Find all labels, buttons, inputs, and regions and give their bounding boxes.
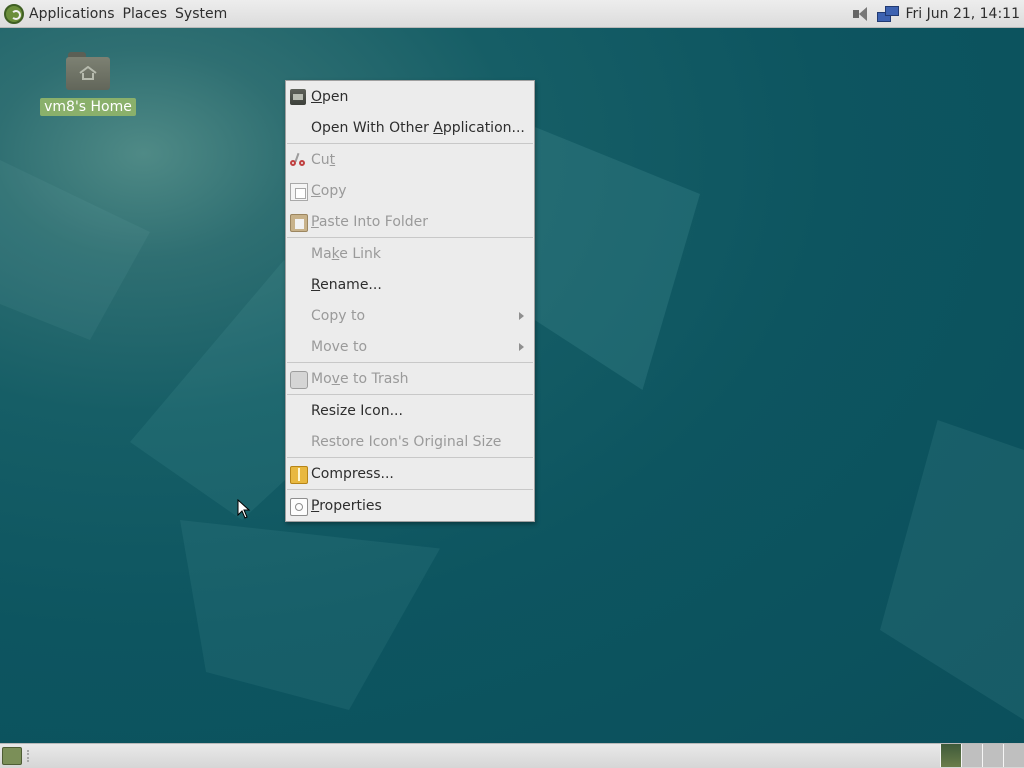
workspace-4[interactable] (1003, 744, 1024, 767)
distro-logo-icon (4, 3, 24, 24)
menu-item-label: Copy to (311, 307, 366, 324)
desktop-wallpaper-shape (880, 420, 1024, 720)
menu-item-move-to[interactable]: Move to (286, 331, 534, 362)
menu-item-label: Move to (311, 338, 368, 355)
menu-item-label: Resize Icon... (311, 402, 403, 419)
menu-item-properties[interactable]: Properties (286, 490, 534, 521)
clock[interactable]: Fri Jun 21, 14:11 (905, 6, 1020, 22)
menu-item-move-to-trash[interactable]: Move to Trash (286, 363, 534, 394)
menu-item-open-with[interactable]: Open With Other Application... (286, 112, 534, 143)
volume-icon[interactable] (849, 5, 871, 23)
network-icon[interactable] (877, 5, 900, 23)
cut-icon (290, 152, 306, 168)
panel-handle[interactable] (27, 750, 33, 762)
submenu-arrow-icon (519, 312, 524, 320)
menu-item-label: Make Link (311, 245, 382, 262)
home-folder-icon (66, 50, 110, 90)
desktop-icon-label: vm8's Home (40, 98, 136, 116)
properties-icon (290, 498, 308, 516)
menu-item-label: Paste Into Folder (311, 213, 429, 230)
menu-item-label: Open (311, 88, 349, 105)
mouse-cursor-icon (237, 499, 251, 519)
menu-item-label: Restore Icon's Original Size (311, 433, 502, 450)
system-tray: Fri Jun 21, 14:11 (849, 0, 1024, 28)
menu-item-copy[interactable]: Copy (286, 175, 534, 206)
menu-item-cut[interactable]: Cut (286, 144, 534, 175)
top-panel: Applications Places System Fri Jun 21, 1… (0, 0, 1024, 28)
desktop-wallpaper-shape (0, 160, 150, 340)
menu-item-label: Compress... (311, 465, 394, 482)
desktop-icon-home[interactable]: vm8's Home (40, 50, 136, 116)
workspace-3[interactable] (982, 744, 1003, 767)
open-folder-icon (290, 89, 306, 105)
menu-item-resize-icon[interactable]: Resize Icon... (286, 395, 534, 426)
workspace-2[interactable] (961, 744, 982, 767)
applications-menu-label: Applications (29, 5, 115, 22)
compress-icon (290, 466, 308, 484)
menu-item-compress[interactable]: Compress... (286, 458, 534, 489)
workspace-1[interactable] (940, 744, 961, 767)
menu-item-label: Copy (311, 182, 347, 199)
trash-icon (290, 371, 308, 389)
system-menu[interactable]: System (175, 6, 227, 22)
menu-item-label: Move to Trash (311, 370, 409, 387)
menu-item-paste-into-folder[interactable]: Paste Into Folder (286, 206, 534, 237)
copy-icon (290, 183, 308, 201)
desktop-wallpaper-shape (180, 520, 440, 710)
places-menu[interactable]: Places (123, 6, 168, 22)
menu-item-restore-icon-size[interactable]: Restore Icon's Original Size (286, 426, 534, 457)
applications-menu[interactable]: Applications (4, 3, 115, 24)
menu-item-label: Properties (311, 497, 382, 514)
menu-item-label: Open With Other Application... (311, 119, 525, 136)
submenu-arrow-icon (519, 343, 524, 351)
menu-item-label: Cut (311, 151, 336, 168)
menu-item-copy-to[interactable]: Copy to (286, 300, 534, 331)
bottom-panel (0, 743, 1024, 768)
context-menu: Open Open With Other Application... Cut … (285, 80, 535, 522)
workspace-switcher (940, 744, 1024, 768)
menu-item-label: Rename... (311, 276, 382, 293)
show-desktop-icon[interactable] (2, 747, 22, 765)
menu-item-make-link[interactable]: Make Link (286, 238, 534, 269)
menu-item-open[interactable]: Open (286, 81, 534, 112)
menu-item-rename[interactable]: Rename... (286, 269, 534, 300)
paste-icon (290, 214, 308, 232)
